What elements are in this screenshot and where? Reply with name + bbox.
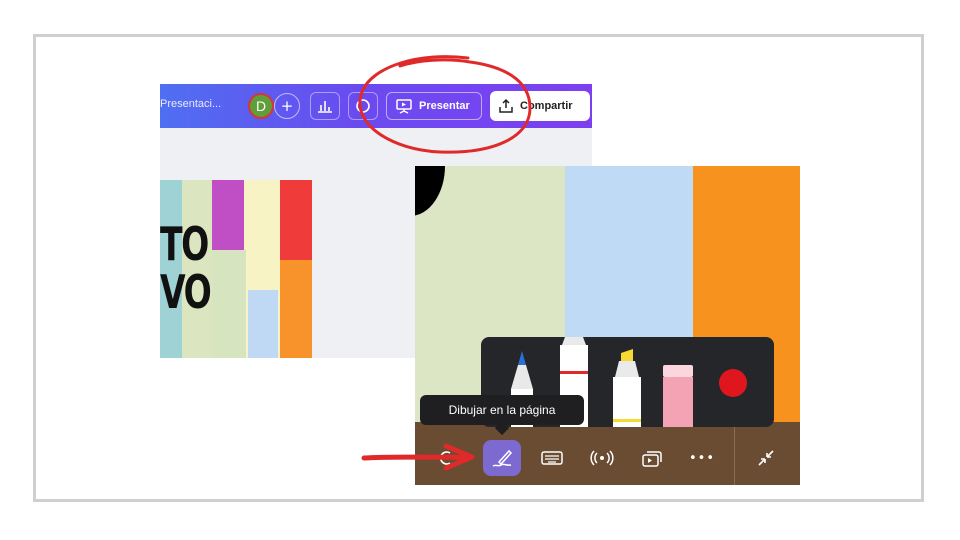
bar-chart-icon — [318, 101, 332, 113]
comment-icon — [356, 99, 370, 113]
keyboard-icon — [541, 451, 563, 465]
share-button[interactable]: Compartir — [490, 91, 590, 121]
share-button-label: Compartir — [520, 100, 573, 112]
broadcast-icon — [590, 450, 614, 466]
slide-thumbnail[interactable]: TO VO — [160, 180, 312, 358]
previous-control-button[interactable] — [427, 440, 465, 476]
presentation-screen-icon — [396, 99, 412, 114]
slide-heading-line: VO — [160, 265, 212, 319]
draw-on-page-tooltip: Dibujar en la página — [420, 395, 584, 425]
slide-heading: TO VO — [160, 217, 212, 319]
exit-fullscreen-button[interactable] — [747, 440, 785, 476]
highlighter-tool-icon[interactable] — [609, 349, 645, 427]
present-button-label: Presentar — [419, 100, 470, 112]
slide-stripe — [212, 250, 246, 358]
pen-draw-icon — [492, 449, 513, 467]
color-swatch-icon[interactable] — [717, 367, 749, 399]
minimize-icon — [758, 450, 774, 466]
toolbar-divider — [734, 422, 735, 485]
presentation-view[interactable]: ••• — [415, 166, 800, 485]
live-broadcast-button[interactable] — [583, 440, 621, 476]
more-options-button[interactable]: ••• — [683, 440, 721, 476]
slide-heading-line: TO — [160, 217, 209, 271]
slide-stripe — [248, 290, 278, 358]
analytics-button[interactable] — [310, 92, 340, 120]
screens-icon — [642, 451, 662, 467]
keyboard-shortcuts-button[interactable] — [533, 440, 571, 476]
draw-on-page-button[interactable] — [483, 440, 521, 476]
circle-control-icon — [439, 451, 451, 465]
eraser-tool-icon[interactable] — [661, 365, 695, 427]
presenter-screens-button[interactable] — [633, 440, 671, 476]
present-button[interactable]: Presentar — [386, 92, 482, 120]
editor-top-bar: Presentaci... D + Presentar Compartir — [160, 84, 592, 128]
share-icon — [499, 98, 513, 113]
document-title[interactable]: Presentaci... — [160, 98, 221, 110]
comment-button[interactable] — [348, 92, 378, 120]
user-avatar[interactable]: D — [248, 93, 274, 119]
slide-stripe — [280, 260, 312, 358]
add-collaborator-button[interactable]: + — [274, 93, 300, 119]
